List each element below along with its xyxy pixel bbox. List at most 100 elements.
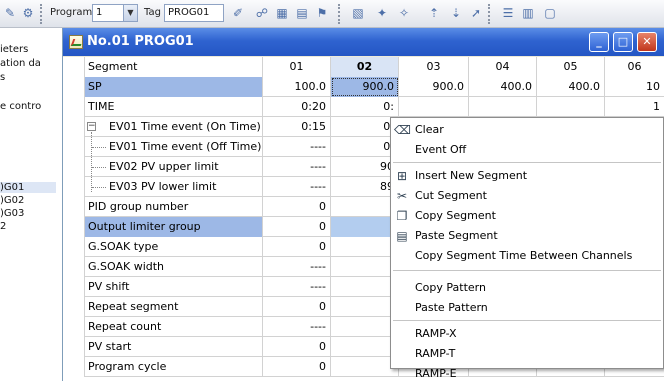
value-cell[interactable]: 1 [605,97,664,117]
window-icon[interactable]: ▢ [542,5,558,21]
value-cell[interactable]: 900.0 [399,77,469,97]
value-cell[interactable]: 400.0 [469,77,537,97]
value-cell[interactable] [331,277,399,297]
wand-icon[interactable]: ✦ [374,5,390,21]
maximize-button[interactable]: □ [613,32,633,52]
toolbar-grip-2[interactable] [338,4,342,24]
row-label[interactable]: EV01 Time event (On Time) [85,117,263,137]
value-cell[interactable]: 0 [263,217,331,237]
tree-item-parameters[interactable]: ieters [0,44,28,55]
menu-item-paste-segment[interactable]: ▤ Paste Segment [391,226,663,246]
column-header-5[interactable]: 05 [537,57,605,77]
tree-item-prog01[interactable]: )G01 [0,182,56,193]
tag-field[interactable]: PROG01 [164,4,224,22]
tree-item-s[interactable]: s [0,72,5,83]
row-label[interactable]: G.SOAK type [85,237,263,257]
row-label[interactable]: Output limiter group [85,217,263,237]
value-cell[interactable] [331,317,399,337]
value-cell[interactable]: 100.0 [263,77,331,97]
value-cell[interactable] [537,97,605,117]
column-header-1[interactable]: 01 [263,57,331,77]
program-combo[interactable]: 1 ▼ [92,4,138,22]
value-cell[interactable]: 0: [331,117,399,137]
row-label[interactable]: SP [85,77,263,97]
value-cell[interactable] [331,217,399,237]
value-cell[interactable]: 89 [331,177,399,197]
toolbar-grip-3[interactable] [488,4,492,24]
value-cell[interactable]: ---- [263,177,331,197]
row-label[interactable]: TIME [85,97,263,117]
column-header-2[interactable]: 02 [331,57,399,77]
chart-icon[interactable]: ▧ [350,5,366,21]
value-cell[interactable]: ---- [263,317,331,337]
row-label[interactable]: PV start [85,337,263,357]
value-cell[interactable] [331,237,399,257]
row-label[interactable]: PID group number [85,197,263,217]
value-cell[interactable] [399,97,469,117]
move-up-icon[interactable]: ⇡ [426,5,442,21]
value-cell[interactable]: 0 [263,237,331,257]
menu-item-ramp-e[interactable]: RAMP-E [391,364,663,381]
value-cell[interactable]: 0 [263,297,331,317]
row-label[interactable]: PV shift [85,277,263,297]
column-header-3[interactable]: 03 [399,57,469,77]
document-icon[interactable]: ▤ [294,5,310,21]
value-cell[interactable] [331,357,399,377]
row-label[interactable]: Repeat segment [85,297,263,317]
value-cell[interactable]: 0 [263,197,331,217]
value-cell[interactable]: 900.0 [331,77,399,97]
menu-item-cut-segment[interactable]: ✂ Cut Segment [391,186,663,206]
tool-icon-2[interactable]: ⚙ [20,5,36,21]
value-cell[interactable]: 10 [605,77,664,97]
menu-item-insert-new-segment[interactable]: ⊞ Insert New Segment [391,166,663,186]
link-icon[interactable]: ☍ [254,5,270,21]
value-cell[interactable]: 90 [331,157,399,177]
value-cell[interactable]: 0: [331,137,399,157]
tree-item-prog03[interactable]: )G03 [0,208,24,219]
close-button[interactable]: ✕ [637,32,657,52]
row-label[interactable]: EV01 Time event (Off Time) [85,137,263,157]
title-bar[interactable]: No.01 PROG01 _ □ ✕ [63,28,664,56]
value-cell[interactable] [331,337,399,357]
menu-item-copy-pattern[interactable]: Copy Pattern [391,278,663,298]
value-cell[interactable]: ---- [263,157,331,177]
minimize-button[interactable]: _ [589,32,609,52]
menu-item-ramp-t[interactable]: RAMP-T [391,344,663,364]
value-cell[interactable] [331,297,399,317]
columns-icon[interactable]: ▥ [520,5,536,21]
menu-item-copy-segment[interactable]: ❐ Copy Segment [391,206,663,226]
tree-item-prog02[interactable]: )G02 [0,195,24,206]
grid-icon[interactable]: ▦ [274,5,290,21]
list-icon[interactable]: ☰ [500,5,516,21]
toolbar-grip[interactable] [40,4,44,24]
menu-item-event-off[interactable]: Event Off [391,140,663,160]
value-cell[interactable] [331,257,399,277]
menu-item-copy-segment-time-between-channels[interactable]: Copy Segment Time Between Channels [391,246,663,266]
pencil-icon[interactable]: ✐ [230,5,246,21]
row-label[interactable]: Repeat count [85,317,263,337]
tree-item-operation-data[interactable]: ation da [0,58,41,69]
column-header-4[interactable]: 04 [469,57,537,77]
tool-icon-1[interactable]: ✎ [2,5,18,21]
menu-item-ramp-x[interactable]: RAMP-X [391,324,663,344]
value-cell[interactable]: 0 [263,337,331,357]
menu-item-clear[interactable]: ⌫ Clear [391,120,663,140]
row-label[interactable]: Program cycle [85,357,263,377]
arrow-icon[interactable]: ➚ [468,5,484,21]
value-cell[interactable]: 0:15 [263,117,331,137]
row-label[interactable]: G.SOAK width [85,257,263,277]
value-cell[interactable]: 0: [331,97,399,117]
row-label[interactable]: EV03 PV lower limit [85,177,263,197]
collapse-icon[interactable]: − [87,122,96,131]
chevron-down-icon[interactable]: ▼ [123,5,137,21]
value-cell[interactable]: ---- [263,277,331,297]
flag-icon[interactable]: ⚑ [314,5,330,21]
menu-item-paste-pattern[interactable]: Paste Pattern [391,298,663,318]
row-label[interactable]: EV02 PV upper limit [85,157,263,177]
value-cell[interactable]: 400.0 [537,77,605,97]
wand-2-icon[interactable]: ✧ [396,5,412,21]
value-cell[interactable]: 0 [263,357,331,377]
value-cell[interactable]: ---- [263,257,331,277]
tree-item-controller[interactable]: e contro [0,101,41,112]
value-cell[interactable] [331,197,399,217]
